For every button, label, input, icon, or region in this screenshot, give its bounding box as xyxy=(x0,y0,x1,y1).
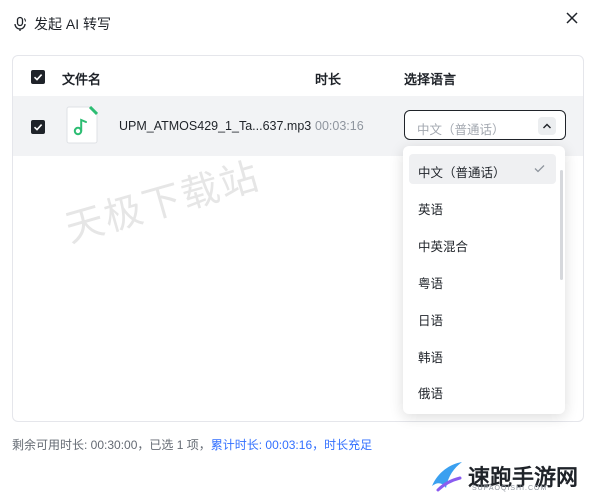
file-name: UPM_ATMOS429_1_Ta...637.mp3 xyxy=(119,119,312,133)
file-duration: 00:03:16 xyxy=(315,119,364,133)
brand-url: SUPAOQISHI.COM xyxy=(472,485,548,492)
column-header-duration: 时长 xyxy=(315,72,342,87)
check-icon xyxy=(33,124,43,131)
row-checkbox[interactable] xyxy=(31,120,45,134)
music-file-icon xyxy=(66,106,98,144)
language-select[interactable]: 中文（普通话） xyxy=(404,110,566,140)
language-option-cantonese[interactable]: 粤语 xyxy=(409,265,556,295)
dropdown-scrollbar[interactable] xyxy=(560,170,563,280)
brand-swoosh-icon xyxy=(432,462,462,492)
dialog-header: 发起 AI 转写 xyxy=(12,12,111,36)
table-header: 文件名 时长 选择语言 xyxy=(13,56,583,96)
dialog-title: 发起 AI 转写 xyxy=(34,16,112,32)
footer-status: 剩余可用时长: 00:30:00，已选 1 项，累计时长: 00:03:16，时… xyxy=(12,436,372,453)
remaining-time-text: 剩余可用时长: 00:30:00，已选 1 项， xyxy=(12,438,211,452)
language-option-mandarin[interactable]: 中文（普通话） xyxy=(409,154,556,184)
column-header-filename: 文件名 xyxy=(62,72,102,87)
chevron-up-icon[interactable] xyxy=(538,117,556,135)
check-icon xyxy=(534,165,545,173)
language-option-russian[interactable]: 俄语 xyxy=(409,375,556,405)
close-icon[interactable] xyxy=(564,10,580,26)
language-option-japanese[interactable]: 日语 xyxy=(409,302,556,332)
column-header-language: 选择语言 xyxy=(404,72,457,87)
language-option-english[interactable]: 英语 xyxy=(409,191,556,221)
language-option-korean[interactable]: 韩语 xyxy=(409,339,556,369)
check-icon xyxy=(33,74,43,81)
language-option-mixed[interactable]: 中英混合 xyxy=(409,228,556,258)
brand-logo: 速跑手游网 SUPAOQISHI.COM xyxy=(428,458,578,494)
language-select-value: 中文（普通话） xyxy=(417,123,505,137)
select-all-checkbox[interactable] xyxy=(31,70,45,84)
total-time-text: 累计时长: 00:03:16，时长充足 xyxy=(210,438,373,452)
language-dropdown: 中文（普通话） 英语 中英混合 粤语 日语 韩语 俄语 xyxy=(403,146,565,414)
microphone-icon xyxy=(14,16,27,31)
